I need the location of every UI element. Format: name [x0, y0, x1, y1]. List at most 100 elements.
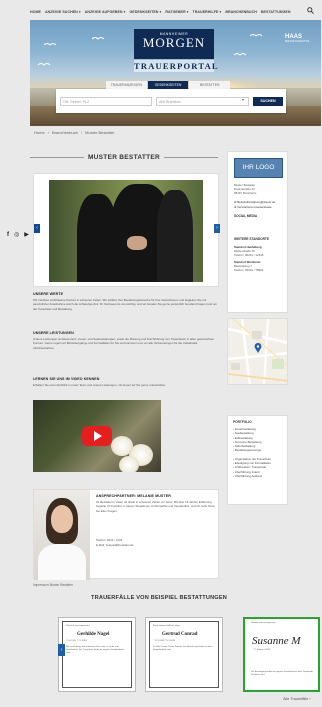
obituary-card[interactable]: Plötzlich und unerwartet Gerhilde Nagel …: [58, 617, 136, 692]
bird-icon: [37, 54, 51, 66]
nav-trauerhilfe[interactable]: TRAUERHILFE ▾: [193, 10, 222, 14]
portfolio-list: › Feuerbestattung › Seebestattung › Erdb…: [233, 427, 271, 478]
obituaries-carousel: Plötzlich und unerwartet Gerhilde Nagel …: [58, 617, 322, 692]
carousel-prev-button[interactable]: ‹: [58, 644, 65, 656]
contact-email[interactable]: E-Mail: beispiel@bestatter.de: [96, 543, 216, 547]
obituary-body: Die Beerdigung findet im engsten Familie…: [251, 671, 313, 676]
search-panel: Ort, Gebiet, PLZ Alle Branchen ▾ SUCHEN: [56, 89, 286, 113]
nav-branchenbuch[interactable]: BRANCHENBUCH: [225, 10, 257, 14]
video-player[interactable]: [33, 400, 161, 472]
obituary-dates: * 1.6.1941 † 7.2.2024: [66, 640, 87, 642]
portfolio-item-label: Überführung Ausland: [234, 473, 262, 478]
site-logo[interactable]: MANNHEIMER MORGEN: [134, 29, 214, 59]
instagram-icon[interactable]: ◎: [14, 231, 19, 238]
tab-gedenkseiten[interactable]: GEDENKSEITEN: [147, 81, 189, 89]
search-tabs: TRAUERANZEIGEN GEDENKSEITEN BESTATTER: [106, 81, 231, 89]
contact-portrait: [34, 490, 90, 580]
obituary-body: Wir sind traurig und vermissen Dich sehr…: [66, 646, 125, 654]
bird-icon: [249, 25, 263, 37]
social-heading: SOCIAL MEDIA: [234, 214, 258, 218]
page: HOME ANZEIGE SUCHEN ▾ ANZEIGE AUFGEBEN ▾…: [0, 0, 322, 707]
page-title: MUSTER BESTATTER: [30, 153, 218, 161]
tab-bestatter[interactable]: BESTATTER: [189, 81, 231, 89]
portfolio-item[interactable]: › Überführung Ausland: [233, 474, 271, 478]
obituary-body: In stiller Trauer, Deine Familie. Die Be…: [153, 646, 213, 651]
werte-heading: UNSERE WERTE: [33, 292, 64, 296]
location-input[interactable]: Ort, Gebiet, PLZ: [60, 97, 152, 106]
image-slider: ‹ ›: [33, 173, 220, 287]
obituary-name: Gerhilde Nagel: [77, 632, 110, 637]
portfolio-item-label: Bestattungsvorsorge: [234, 448, 262, 453]
contact-phone[interactable]: Telefon: 0621 / 1234: [96, 538, 216, 542]
location-map[interactable]: [227, 318, 288, 385]
obituary-card[interactable]: Geliebt und unvergessen Susanne M * 2. F…: [243, 617, 320, 692]
portal-title: TRAUERPORTAL: [134, 60, 219, 72]
locations-heading: WEITERE STANDORTE: [234, 237, 270, 241]
breadcrumb: Home › Branchenbuch › Muster Bestatter: [34, 130, 115, 135]
slider-next-button[interactable]: ›: [214, 224, 220, 233]
email-link-text: Beispielbestattung@trauer.de: [237, 200, 276, 204]
search-icon[interactable]: [307, 7, 315, 15]
obituary-frame: Plötzlich und unerwartet Gerhilde Nagel …: [62, 621, 132, 688]
contact-heading: ANSPRECHPARTNER: MELANIE MUSTER: [96, 494, 171, 498]
nav-gedenkseiten[interactable]: GEDENKSEITEN ▾: [129, 10, 161, 14]
breadcrumb-separator: ›: [80, 130, 83, 135]
tab-traueranzeigen[interactable]: TRAUERANZEIGEN: [106, 81, 147, 89]
rose: [119, 456, 139, 472]
memorial-link-text: Verstorbenen-Gedenkseite: [237, 205, 272, 209]
obituary-intro: Plötzlich und unerwartet: [66, 625, 90, 627]
breadcrumb-separator: ›: [47, 130, 50, 135]
mourner-figure: [157, 190, 193, 282]
nav-anzeige-aufgeben[interactable]: ANZEIGE AUFGEBEN ▾: [85, 10, 126, 14]
nav-bestattungen[interactable]: BESTATTUNGEN: [261, 10, 291, 14]
contact-person-card: ANSPRECHPARTNER: MELANIE MUSTER Ihr Best…: [33, 489, 219, 580]
obituary-card[interactable]: Nach einem erfüllten Leben Gertrud Conra…: [145, 617, 223, 692]
portfolio-heading: PORTFOLIO: [233, 420, 252, 424]
obituaries-heading: TRAUERFÄLLE VON BEISPIEL BESTATTUNGEN: [90, 595, 228, 601]
address-line: 68167 Mannheim: [234, 191, 257, 195]
leistungen-heading: UNSERE LEISTUNGEN: [33, 331, 74, 335]
category-select[interactable]: Alle Branchen: [156, 97, 249, 106]
nav-ratgeber[interactable]: RATGEBER ▾: [165, 10, 188, 14]
top-navigation: HOME ANZEIGE SUCHEN ▾ ANZEIGE AUFGEBEN ▾…: [30, 7, 298, 17]
breadcrumb-current: Muster Bestatter: [85, 130, 115, 135]
youtube-icon[interactable]: ▶: [24, 231, 29, 238]
portfolio-card: PORTFOLIO › Feuerbestattung › Seebestatt…: [227, 415, 288, 505]
slider-image: [49, 180, 203, 282]
chevron-down-icon: ▾: [242, 97, 245, 102]
company-logo: IHR LOGO: [234, 158, 283, 178]
obituary-frame: Nach einem erfüllten Leben Gertrud Conra…: [149, 621, 219, 688]
slider-prev-button[interactable]: ‹: [34, 224, 40, 233]
bird-icon: [233, 44, 247, 56]
title-rule: [164, 156, 218, 158]
location-phone: Telefon: 06221 / 12345: [234, 253, 264, 257]
video-text: Erhalten Sie einen Einblick in unser Tea…: [33, 383, 166, 387]
social-icons: f ◎ ▶: [7, 231, 29, 239]
obituary-intro: Geliebt und unvergessen: [251, 622, 276, 624]
facebook-icon[interactable]: f: [7, 232, 9, 238]
partner-logo[interactable]: HAAS MEDIENGRUPPE: [285, 34, 319, 46]
nav-home[interactable]: HOME: [30, 10, 41, 14]
obituary-name: Susanne M: [252, 635, 301, 647]
shirt: [38, 544, 86, 580]
play-button-icon[interactable]: [82, 426, 112, 446]
obituary-intro: Nach einem erfüllten Leben: [153, 625, 180, 627]
bird-icon: [43, 34, 57, 46]
nav-anzeige-suchen[interactable]: ANZEIGE SUCHEN ▾: [45, 10, 81, 14]
bird-icon: [91, 28, 105, 40]
face: [51, 505, 73, 533]
company-info-card: IHR LOGO Muster Bestatter Dudenstraße 12…: [227, 151, 288, 313]
breadcrumb-branchenbuch[interactable]: Branchenbuch: [52, 130, 78, 135]
obituary-dates: * 12.3.1933 † 5.2.2024: [153, 640, 176, 642]
all-obituaries-link[interactable]: Alle Trauerfälle ›: [283, 697, 311, 701]
hands: [127, 236, 147, 250]
search-button[interactable]: SUCHEN: [253, 97, 283, 106]
werte-text: Wir möchten einfühlsame Partner in schwe…: [33, 298, 217, 311]
contact-text: Ihr Bestatter in vielen oft direkt in sc…: [96, 500, 216, 513]
obituary-dates: * 2. Februar 2024: [253, 649, 271, 651]
email-link[interactable]: ✉ Beispielbestattung@trauer.de: [234, 200, 275, 204]
location-phone: Telefon: 06201 / 78901: [234, 268, 264, 272]
memorial-link[interactable]: ⊕ Verstorbenen-Gedenkseite: [234, 205, 272, 209]
obituary-name: Gertrud Conrad: [162, 632, 198, 637]
breadcrumb-home[interactable]: Home: [34, 130, 45, 135]
